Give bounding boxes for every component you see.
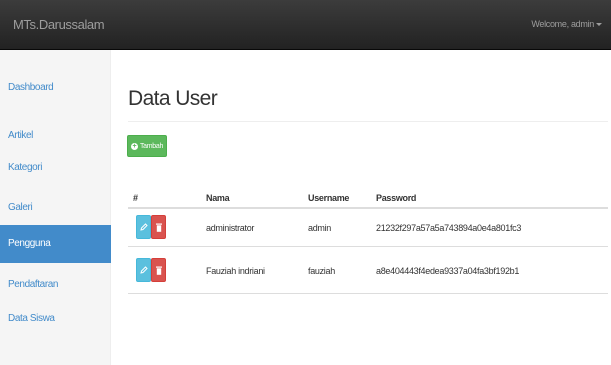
sidebar-item-pengguna[interactable]: Pengguna [0, 225, 111, 263]
cell-password: a8e404443f4edea9337a04fa3bf192b1 [376, 266, 520, 276]
sidebar-item-dashboard[interactable]: Dashboard [0, 69, 111, 107]
welcome-text: Welcome, admin [531, 19, 594, 29]
table-row: Fauziah indriani fauziah a8e404443f4edea… [111, 252, 611, 289]
sidebar-item-data-siswa[interactable]: Data Siswa [0, 300, 111, 338]
sidebar: Dashboard Artikel Kategori Galeri Penggu… [0, 50, 111, 365]
trash-icon [155, 223, 162, 232]
cell-nama: Fauziah indriani [206, 266, 265, 276]
sidebar-item-galeri[interactable]: Galeri [0, 189, 111, 227]
user-menu[interactable]: Welcome, admin [531, 19, 602, 29]
sidebar-item-kategori[interactable]: Kategori [0, 149, 111, 187]
header-number: # [133, 193, 138, 203]
title-divider [128, 121, 608, 122]
plus-circle-icon: + [130, 142, 138, 150]
table-row: administrator admin 21232f297a57a5a74389… [111, 209, 611, 246]
pencil-icon [139, 266, 148, 274]
cell-nama: administrator [206, 223, 255, 233]
top-navbar: MTs.Darussalam Welcome, admin [0, 0, 611, 50]
delete-button[interactable] [151, 215, 166, 239]
edit-button[interactable] [136, 215, 151, 239]
trash-icon [155, 266, 162, 275]
sidebar-item-pendaftaran[interactable]: Pendaftaran [0, 266, 111, 304]
add-user-button[interactable]: + Tambah [127, 135, 167, 157]
brand-link[interactable]: MTs.Darussalam [13, 17, 105, 32]
caret-down-icon [596, 23, 602, 27]
header-username: Username [308, 193, 350, 203]
header-nama: Nama [206, 193, 230, 203]
add-button-label: Tambah [139, 142, 164, 150]
cell-username: admin [308, 223, 332, 233]
delete-button[interactable] [151, 258, 166, 282]
edit-button[interactable] [136, 258, 151, 282]
pencil-icon [139, 223, 148, 231]
cell-username: fauziah [308, 266, 335, 276]
header-password: Password [376, 193, 417, 203]
page-title: Data User [128, 87, 218, 110]
row-divider [128, 246, 608, 247]
row-divider [128, 293, 608, 294]
cell-password: 21232f297a57a5a743894a0e4a801fc3 [376, 223, 522, 233]
main-content: Data User + Tambah # Nama Username Passw… [111, 50, 611, 365]
